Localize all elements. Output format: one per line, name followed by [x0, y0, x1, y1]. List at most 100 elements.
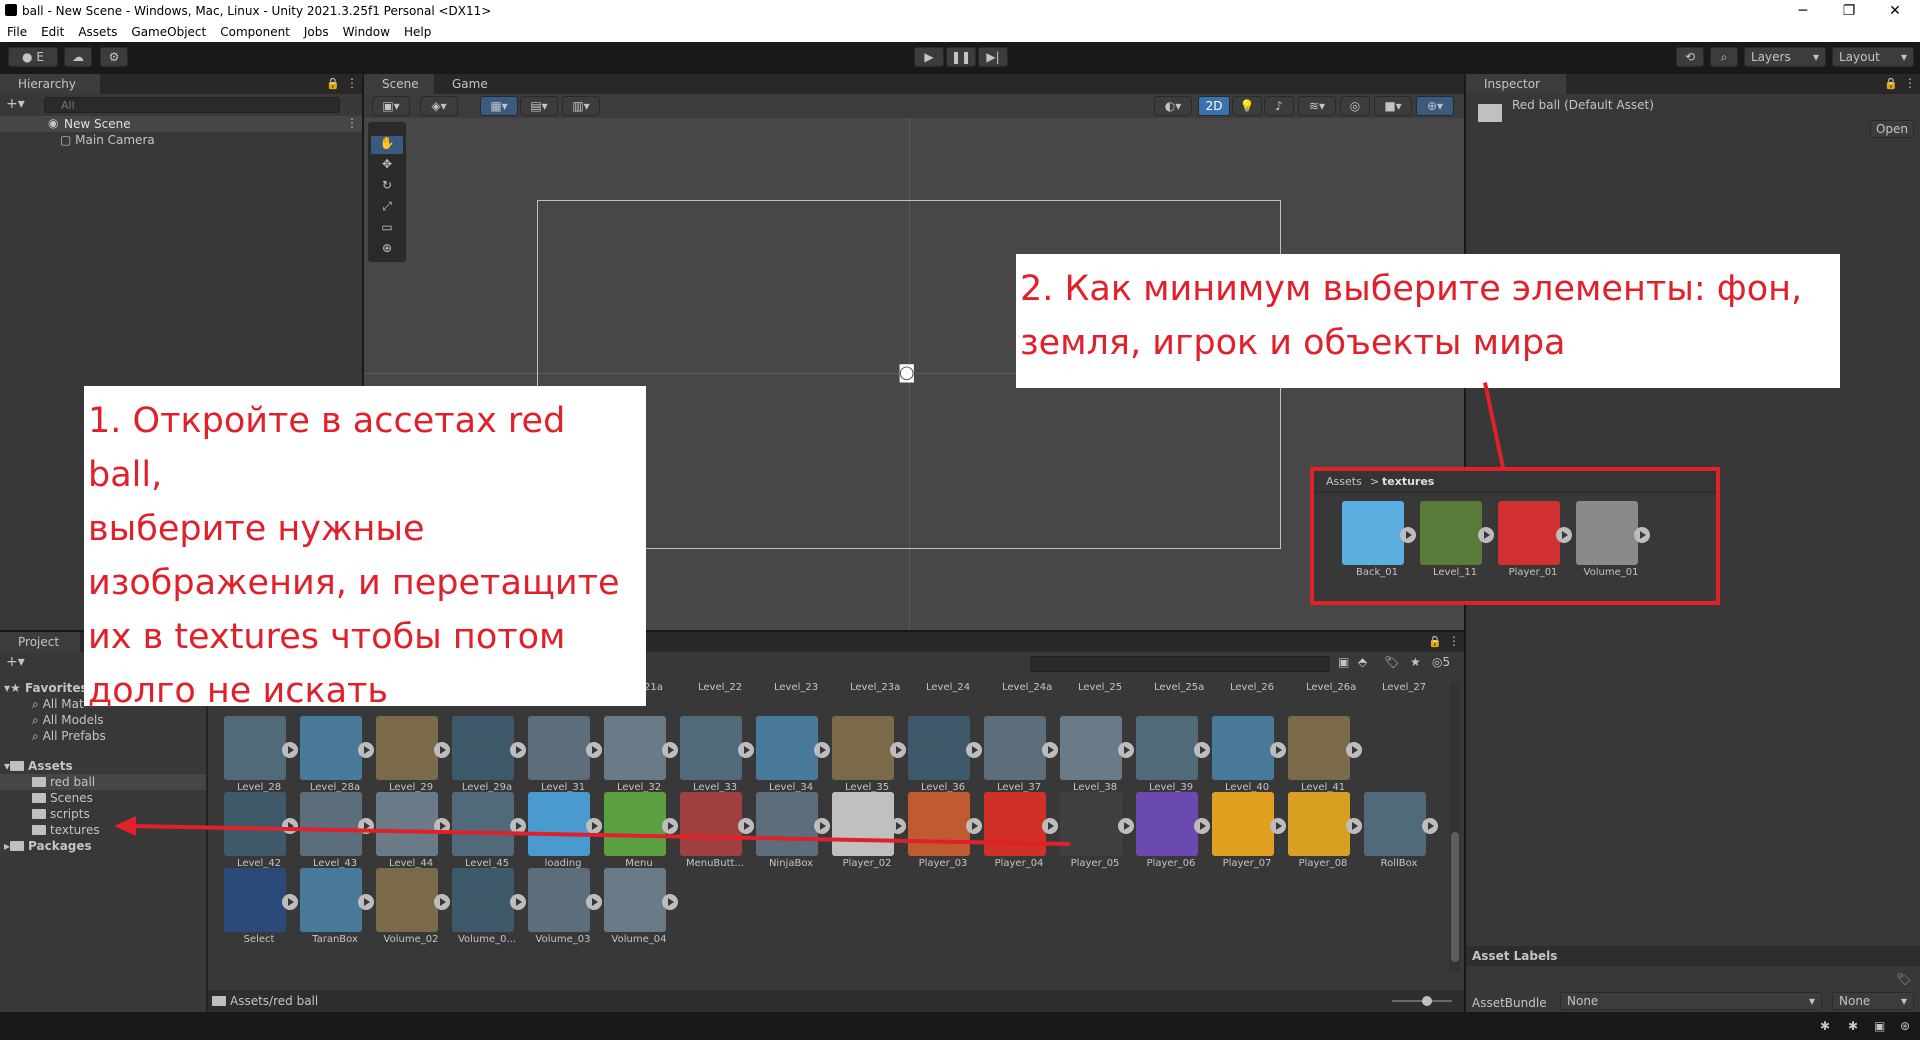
tag-icon[interactable]: 🏷	[1384, 655, 1399, 669]
expand-sprites-icon[interactable]	[1478, 527, 1494, 543]
expand-sprites-icon[interactable]	[890, 818, 906, 834]
menu-item-file[interactable]: File	[0, 25, 34, 39]
search-button[interactable]: ⌕	[1710, 47, 1738, 67]
camera-button[interactable]: ■▾	[1374, 96, 1412, 116]
2d-toggle-button[interactable]: 2D	[1198, 96, 1230, 116]
asset-item[interactable]: Back_01	[1340, 501, 1416, 591]
asset-item[interactable]: Volume_03	[526, 868, 602, 958]
settings-button[interactable]: ⚙	[100, 47, 128, 67]
expand-sprites-icon[interactable]	[1270, 818, 1286, 834]
expand-sprites-icon[interactable]	[1346, 742, 1362, 758]
expand-sprites-icon[interactable]	[358, 894, 374, 910]
minimize-button[interactable]: ─	[1780, 0, 1826, 22]
expand-sprites-icon[interactable]	[1634, 527, 1650, 543]
breadcrumb-leaf[interactable]: textures	[1382, 475, 1434, 488]
play-button[interactable]: ▶	[914, 47, 944, 67]
hidden-packages-icon[interactable]: ◎5	[1432, 655, 1450, 669]
snap-button[interactable]: ▤▾	[520, 96, 558, 116]
expand-sprites-icon[interactable]	[586, 742, 602, 758]
asset-item[interactable]: Player_08	[1286, 792, 1362, 882]
history-button[interactable]: ⟲	[1676, 47, 1704, 67]
rotate-tool-icon[interactable]: ↻	[371, 178, 403, 196]
expand-sprites-icon[interactable]	[358, 742, 374, 758]
cloud-button[interactable]: ☁	[64, 47, 92, 67]
pause-button[interactable]: ❚❚	[946, 47, 976, 67]
folder-scripts[interactable]: scripts	[32, 806, 90, 822]
scale-tool-icon[interactable]: ⤢	[371, 199, 403, 217]
filter-type-icon[interactable]: ▣	[1338, 655, 1349, 669]
menu-item-help[interactable]: Help	[397, 25, 438, 39]
expand-sprites-icon[interactable]	[1422, 818, 1438, 834]
hierarchy-search-input[interactable]	[44, 97, 340, 113]
transform-tool-icon[interactable]: ⊕	[371, 241, 403, 259]
hand-tool-icon[interactable]: ✋	[371, 136, 403, 154]
tab-inspector[interactable]: Inspector	[1466, 74, 1566, 94]
expand-sprites-icon[interactable]	[662, 818, 678, 834]
expand-sprites-icon[interactable]	[510, 894, 526, 910]
asset-item[interactable]: Player_05	[1058, 792, 1134, 882]
expand-sprites-icon[interactable]	[738, 742, 754, 758]
shading-button[interactable]: ◈▾	[420, 96, 458, 116]
menu-item-edit[interactable]: Edit	[34, 25, 71, 39]
breadcrumb-root[interactable]: Assets	[1326, 475, 1362, 488]
asset-item[interactable]: RollBox	[1362, 792, 1438, 882]
expand-sprites-icon[interactable]	[1400, 527, 1416, 543]
expand-sprites-icon[interactable]	[1042, 818, 1058, 834]
expand-sprites-icon[interactable]	[510, 742, 526, 758]
asset-item[interactable]: Volume_01	[1574, 501, 1650, 591]
menu-item-gameobject[interactable]: GameObject	[124, 25, 213, 39]
debug-icon[interactable]: ✱	[1820, 1019, 1830, 1033]
asset-item[interactable]: Player_01	[1496, 501, 1572, 591]
asset-item[interactable]: Select	[222, 868, 298, 958]
menu-item-component[interactable]: Component	[213, 25, 297, 39]
expand-sprites-icon[interactable]	[814, 742, 830, 758]
grid-scrollbar[interactable]	[1450, 682, 1460, 972]
gizmos-button[interactable]: ⊕▾	[1416, 96, 1454, 116]
expand-sprites-icon[interactable]	[1346, 818, 1362, 834]
expand-sprites-icon[interactable]	[814, 818, 830, 834]
asset-item[interactable]: TaranBox	[298, 868, 374, 958]
kebab-menu-icon[interactable]: ⋮	[346, 116, 358, 130]
expand-sprites-icon[interactable]	[1194, 742, 1210, 758]
expand-sprites-icon[interactable]	[738, 818, 754, 834]
asset-item[interactable]: Volume_02	[374, 868, 450, 958]
hidden-objects-button[interactable]: ◎	[1340, 96, 1370, 116]
assets-node[interactable]: ▾ Assets	[4, 758, 73, 774]
folder-red-ball[interactable]: red ball	[0, 774, 206, 790]
variant-dropdown[interactable]: None ▾	[1832, 992, 1914, 1010]
cache-icon[interactable]: ▣	[1874, 1019, 1885, 1033]
tab-game[interactable]: Game	[434, 74, 504, 94]
expand-sprites-icon[interactable]	[1270, 742, 1286, 758]
expand-sprites-icon[interactable]	[966, 742, 982, 758]
expand-sprites-icon[interactable]	[890, 742, 906, 758]
expand-sprites-icon[interactable]	[662, 894, 678, 910]
open-button[interactable]: Open	[1870, 120, 1914, 138]
effects-button[interactable]: ≋▾	[1298, 96, 1336, 116]
lock-icon[interactable]: 🔒	[326, 77, 340, 90]
tag-icon[interactable]: 🏷	[1896, 972, 1911, 986]
expand-sprites-icon[interactable]	[1194, 818, 1210, 834]
kebab-menu-icon[interactable]: ⋮	[1904, 76, 1916, 90]
expand-sprites-icon[interactable]	[1118, 742, 1134, 758]
step-button[interactable]: ▶|	[978, 47, 1008, 67]
kebab-menu-icon[interactable]: ⋮	[1448, 634, 1460, 648]
scrollbar-thumb[interactable]	[1451, 832, 1459, 962]
close-button[interactable]: ✕	[1872, 0, 1918, 22]
expand-sprites-icon[interactable]	[1118, 818, 1134, 834]
menu-item-jobs[interactable]: Jobs	[297, 25, 336, 39]
layout-dropdown[interactable]: Layout ▾	[1832, 47, 1914, 67]
progress-icon[interactable]: ✱	[1848, 1019, 1858, 1033]
grid-button[interactable]: ▦▾	[480, 96, 518, 116]
expand-sprites-icon[interactable]	[662, 742, 678, 758]
favorites-node[interactable]: ▾★ Favorites	[4, 680, 88, 696]
favorite-item[interactable]: ⌕ All Prefabs	[32, 728, 106, 744]
kebab-menu-icon[interactable]: ⋮	[346, 76, 358, 90]
expand-sprites-icon[interactable]	[586, 818, 602, 834]
orientation-button[interactable]: ◐▾	[1154, 96, 1192, 116]
draw-mode-button[interactable]: ▣▾	[372, 96, 410, 116]
lock-icon[interactable]: 🔒	[1884, 77, 1898, 90]
filter-label-icon[interactable]: ⬘	[1358, 655, 1367, 669]
hierarchy-item-main-camera[interactable]: ▢ Main Camera	[60, 132, 155, 148]
asset-item[interactable]: Player_07	[1210, 792, 1286, 882]
camera-gizmo-icon[interactable]: ◙	[898, 362, 915, 383]
